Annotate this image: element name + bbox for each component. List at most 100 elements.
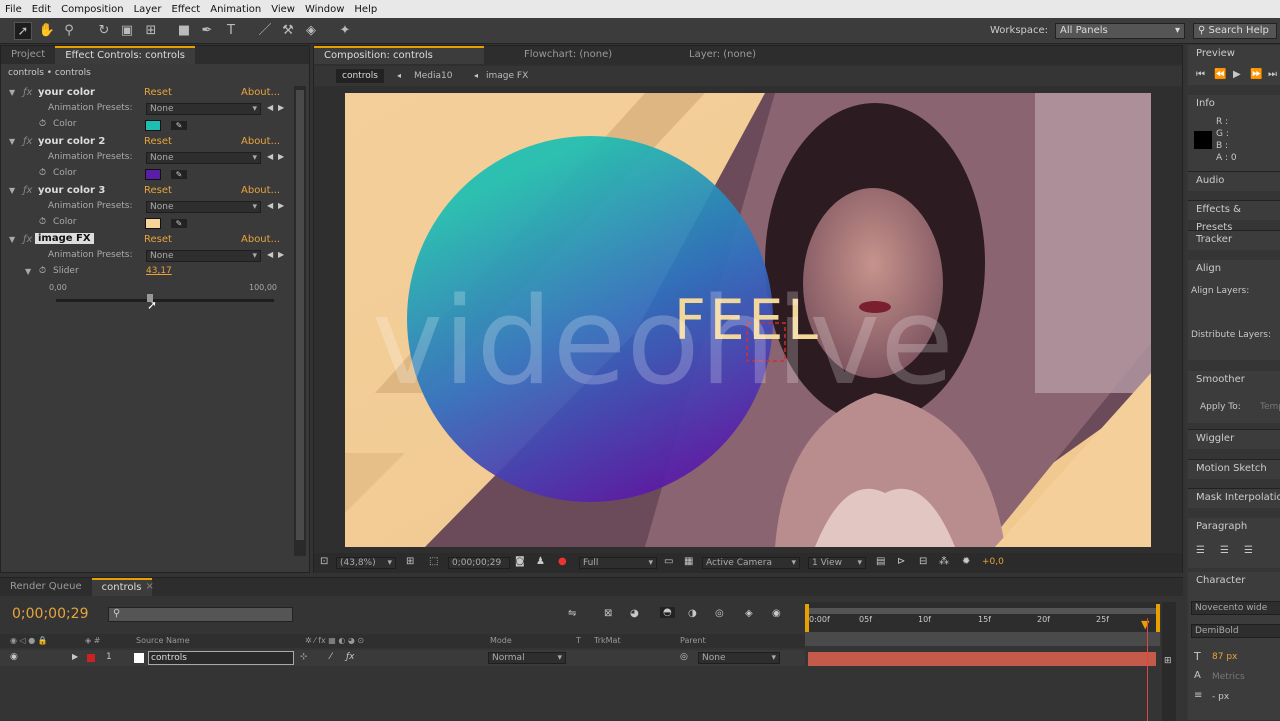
draft-3d-icon[interactable]: ⊠ [604, 608, 612, 619]
source-name-header[interactable]: Source Name [136, 636, 190, 645]
composition-viewer[interactable]: FEEL videohive [345, 93, 1151, 547]
tab-flowchart[interactable]: Flowchart: (none) [484, 46, 639, 64]
align-title[interactable]: Align [1196, 263, 1221, 274]
slider-track[interactable] [56, 299, 274, 302]
parent-header[interactable]: Parent [680, 636, 706, 645]
reset-button[interactable]: Reset [144, 87, 172, 98]
effect-name-selected[interactable]: image FX [35, 233, 94, 244]
show-snapshot-icon[interactable]: ♟ [536, 556, 545, 567]
zoom-select[interactable]: (43,8%) ▾ [336, 557, 396, 569]
preset-prev-icon[interactable]: ◀ [267, 201, 273, 210]
brainstorm-icon[interactable]: ◎ [715, 608, 724, 619]
tracker-panel-tab[interactable]: Tracker [1188, 230, 1280, 250]
breadcrumb-media10[interactable]: Media10 [414, 71, 452, 81]
rotate-tool-icon[interactable]: ↻ [95, 22, 113, 40]
video-visibility-icon[interactable]: ◉ [10, 652, 18, 662]
layer-mode-select[interactable]: Normal ▾ [488, 652, 566, 664]
fx-icon[interactable]: ƒx [23, 185, 32, 196]
eyedropper-icon[interactable]: ✎ [171, 170, 187, 179]
animation-presets-select[interactable]: None ▾ [146, 152, 261, 164]
layer-parent-select[interactable]: None ▾ [698, 652, 780, 664]
tab-effect-controls[interactable]: Effect Controls: controls [55, 46, 195, 64]
preset-next-icon[interactable]: ▶ [278, 201, 284, 210]
exposure-value[interactable]: +0,0 [982, 557, 1004, 567]
zoom-tool-icon[interactable]: ⚲ [60, 22, 78, 40]
fx-icon[interactable]: ƒx [23, 234, 32, 245]
mode-header[interactable]: Mode [490, 636, 512, 645]
about-button[interactable]: About... [241, 136, 280, 147]
workspace-select[interactable]: All Panels ▾ [1055, 23, 1185, 39]
pick-whip-icon[interactable]: ◎ [680, 652, 688, 662]
toggle-pixel-aspect-icon[interactable]: ▤ [876, 556, 885, 567]
pen-tool-icon[interactable]: ✒ [198, 22, 216, 40]
fast-previews-icon[interactable]: ⊳ [897, 556, 905, 567]
eraser-tool-icon[interactable]: ◈ [302, 22, 320, 40]
expand-triangle-icon[interactable]: ▼ [9, 235, 15, 244]
preset-prev-icon[interactable]: ◀ [267, 152, 273, 161]
table-row[interactable]: ◉ ▶ 1 controls ⊹ ⁄ ƒx Normal ▾ ◎ None ▾ [0, 650, 805, 666]
frame-blending-icon[interactable]: ◓ [660, 607, 675, 618]
color-swatch[interactable] [145, 169, 161, 180]
brush-tool-icon[interactable]: ／ [256, 22, 274, 40]
smoother-title[interactable]: Smoother [1196, 374, 1245, 385]
expand-triangle-icon[interactable]: ▼ [25, 267, 31, 276]
work-area-bar[interactable] [805, 608, 1160, 614]
playhead-icon[interactable]: ▼ [1141, 618, 1149, 631]
color-swatch[interactable] [145, 218, 161, 229]
stopwatch-icon[interactable]: ⏱ [39, 217, 46, 227]
tab-layer[interactable]: Layer: (none) [639, 46, 794, 64]
preview-title[interactable]: Preview [1196, 48, 1235, 59]
leading-value[interactable]: Metrics [1212, 672, 1245, 682]
first-frame-icon[interactable]: ⏮ [1196, 69, 1205, 80]
next-frame-icon[interactable]: ⏩ [1250, 69, 1262, 80]
color-swatch[interactable] [145, 120, 161, 131]
trkmat-header[interactable]: TrkMat [594, 636, 621, 645]
font-size-value[interactable]: 87 px [1212, 652, 1237, 662]
rectangle-tool-icon[interactable]: ■ [175, 22, 193, 40]
views-select[interactable]: 1 View ▾ [808, 557, 866, 569]
quality-switch-icon[interactable]: ⁄ [330, 652, 332, 662]
layer-name-field[interactable]: controls [148, 651, 294, 665]
expand-triangle-icon[interactable]: ▼ [9, 88, 15, 97]
paragraph-title[interactable]: Paragraph [1196, 521, 1247, 532]
mask-visibility-icon[interactable]: ⬚ [429, 556, 438, 567]
stopwatch-icon[interactable]: ⏱ [39, 119, 46, 129]
clone-stamp-tool-icon[interactable]: ⚒ [279, 22, 297, 40]
timeline-current-time[interactable]: 0;00;00;29 [12, 606, 89, 622]
time-ruler[interactable]: 0:00f 05f 10f 15f 20f 25f ▼ [805, 602, 1160, 646]
exposure-icon[interactable]: ✹ [962, 556, 970, 567]
reset-button[interactable]: Reset [144, 234, 172, 245]
channel-icon[interactable]: ● [558, 556, 567, 567]
preset-next-icon[interactable]: ▶ [278, 103, 284, 112]
fx-icon[interactable]: ƒx [23, 136, 32, 147]
motion-blur-icon[interactable]: ◑ [688, 608, 697, 619]
menu-effect[interactable]: Effect [166, 4, 205, 15]
selection-tool-icon[interactable]: ➚ [14, 22, 32, 40]
tab-composition[interactable]: Composition: controls [314, 46, 484, 64]
search-help-input[interactable]: ⚲ Search Help [1193, 23, 1277, 39]
animation-presets-select[interactable]: None ▾ [146, 103, 261, 115]
fx-switch-icon[interactable]: ƒx [346, 652, 355, 662]
reset-button[interactable]: Reset [144, 136, 172, 147]
expand-triangle-icon[interactable]: ▼ [9, 186, 15, 195]
auto-keyframe-icon[interactable]: ◈ [745, 608, 753, 619]
effect-controls-scrollbar[interactable] [294, 86, 306, 556]
label-color[interactable] [87, 654, 95, 662]
wiggler-panel-tab[interactable]: Wiggler [1188, 429, 1280, 449]
stroke-width-value[interactable]: - px [1212, 692, 1229, 702]
tab-controls-timeline[interactable]: controls [91, 578, 152, 596]
pan-behind-tool-icon[interactable]: ⊞ [142, 22, 160, 40]
expand-triangle-icon[interactable]: ▶ [72, 652, 78, 661]
about-button[interactable]: About... [241, 234, 280, 245]
about-button[interactable]: About... [241, 185, 280, 196]
current-time-display[interactable]: 0;00;00;29 [448, 557, 510, 569]
animation-presets-select[interactable]: None ▾ [146, 250, 261, 262]
camera-select[interactable]: Active Camera ▾ [702, 557, 800, 569]
hand-tool-icon[interactable]: ✋ [38, 22, 56, 40]
motion-sketch-panel-tab[interactable]: Motion Sketch [1188, 459, 1280, 479]
menu-view[interactable]: View [266, 4, 300, 15]
character-title[interactable]: Character [1196, 575, 1245, 586]
preset-next-icon[interactable]: ▶ [278, 152, 284, 161]
comp-mini-flowchart-icon[interactable]: ⇋ [568, 608, 576, 619]
grid-icon[interactable]: ⊞ [406, 556, 414, 567]
